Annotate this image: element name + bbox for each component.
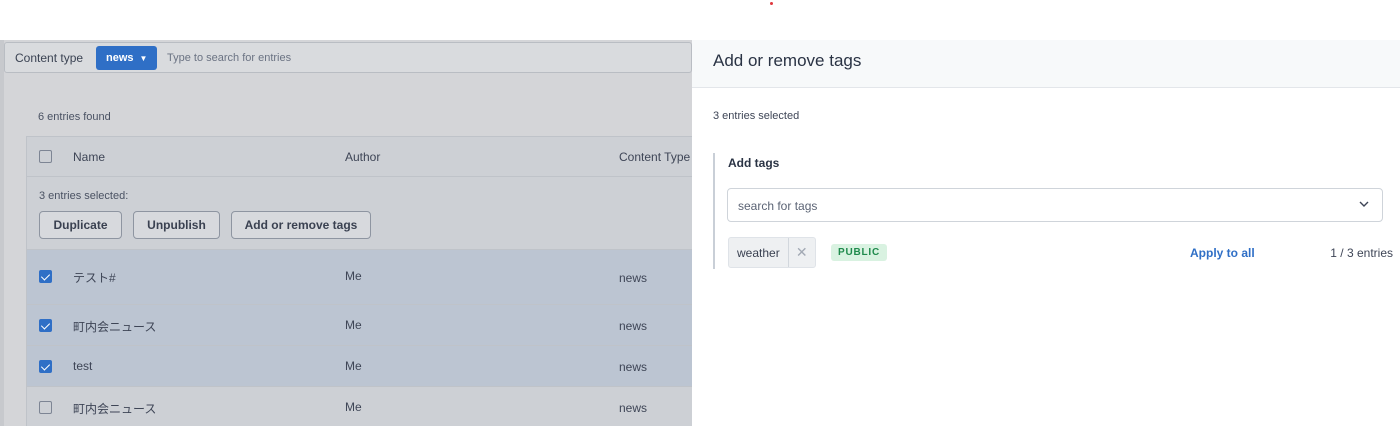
column-content-type[interactable]: Content Type [619, 150, 690, 164]
panel-header: Add or remove tags [692, 40, 1400, 88]
row-author: Me [345, 359, 362, 373]
visibility-badge: PUBLIC [831, 244, 888, 261]
add-tags-label: Add tags [728, 156, 780, 170]
content-type-label: Content type [15, 51, 84, 65]
row-content-type: news [619, 319, 648, 333]
row-author: Me [345, 400, 362, 414]
row-content-type: news [619, 271, 648, 285]
table-row[interactable]: test Me news [27, 346, 692, 387]
content-type-filter-pill[interactable]: news ▼ [96, 46, 158, 70]
add-remove-tags-button[interactable]: Add or remove tags [231, 211, 371, 239]
close-icon[interactable]: ✕ [789, 238, 815, 267]
panel-selected-count: 3 entries selected [713, 110, 800, 122]
column-author[interactable]: Author [345, 150, 380, 164]
entries-area: Content type news ▼ Type to search for e… [0, 40, 692, 426]
row-name[interactable]: テスト# [73, 269, 116, 286]
row-content-type: news [619, 401, 648, 415]
content-type-value: news [106, 52, 134, 64]
notification-dot [770, 2, 773, 5]
entry-search-bar[interactable]: Content type news ▼ Type to search for e… [4, 42, 692, 73]
tag-search-input[interactable]: search for tags [727, 188, 1383, 222]
search-input-placeholder[interactable]: Type to search for entries [167, 52, 291, 64]
bulk-actions-bar: 3 entries selected: Duplicate Unpublish … [27, 178, 692, 250]
row-name[interactable]: test [73, 359, 92, 373]
caret-down-icon: ▼ [139, 53, 148, 63]
row-name[interactable]: 町内会ニュース [73, 318, 156, 335]
row-name[interactable]: 町内会ニュース [73, 400, 156, 417]
left-rail [0, 40, 4, 426]
chevron-down-icon[interactable] [1358, 198, 1370, 210]
row-checkbox[interactable] [39, 270, 52, 283]
select-all-checkbox[interactable] [39, 150, 52, 163]
row-content-type: news [619, 360, 648, 374]
apply-to-all-link[interactable]: Apply to all [1190, 246, 1255, 260]
panel-title: Add or remove tags [713, 51, 862, 70]
tag-chip: weather ✕ [728, 237, 816, 268]
row-checkbox[interactable] [39, 401, 52, 414]
top-strip [0, 0, 1400, 40]
duplicate-button[interactable]: Duplicate [39, 211, 122, 239]
row-author: Me [345, 318, 362, 332]
entries-found-count: 6 entries found [38, 111, 111, 123]
column-name[interactable]: Name [73, 150, 105, 164]
row-author: Me [345, 269, 362, 283]
row-checkbox[interactable] [39, 319, 52, 332]
table-row[interactable]: 町内会ニュース Me news [27, 387, 692, 426]
tag-chip-label: weather [729, 238, 789, 267]
table-row[interactable]: テスト# Me news [27, 250, 692, 305]
selected-count-text: 3 entries selected: [39, 190, 129, 202]
unpublish-button[interactable]: Unpublish [133, 211, 220, 239]
tag-entry-count: 1 / 3 entries [1330, 246, 1393, 260]
tag-search-placeholder: search for tags [738, 199, 818, 213]
row-checkbox[interactable] [39, 360, 52, 373]
table-header: Name Author Content Type [27, 137, 692, 177]
table-row[interactable]: 町内会ニュース Me news [27, 305, 692, 346]
tags-panel: Add or remove tags 3 entries selected Ad… [692, 40, 1400, 426]
add-tags-section: Add tags search for tags weather ✕ PUBLI… [713, 153, 1393, 269]
entries-table: Name Author Content Type 3 entries selec… [26, 136, 692, 426]
